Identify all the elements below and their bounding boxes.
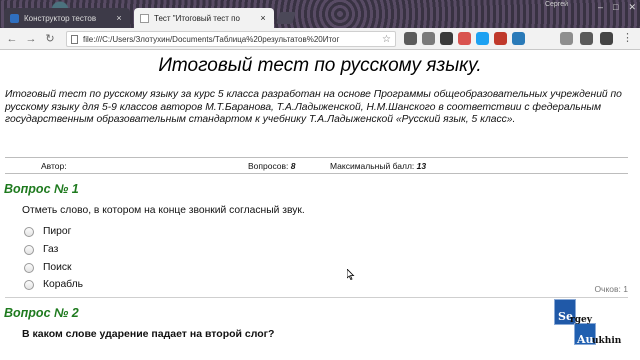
extension-icon[interactable] xyxy=(476,32,489,45)
answer-option[interactable]: Газ xyxy=(24,244,58,255)
tab-test-builder[interactable]: Конструктор тестов × xyxy=(4,8,130,28)
max-score-value: 13 xyxy=(416,161,427,171)
extension-icon[interactable] xyxy=(422,32,435,45)
reload-button[interactable]: ↻ xyxy=(43,32,57,46)
page-content: Итоговый тест по русскому языку. Итоговы… xyxy=(0,50,640,360)
answer-label[interactable]: Корабль xyxy=(43,279,83,290)
page-title: Итоговый тест по русскому языку. xyxy=(158,55,482,76)
answer-option[interactable]: Корабль xyxy=(24,279,83,290)
question-score: Очков: 1 xyxy=(594,284,628,294)
test-description: Итоговый тест по русскому языку за курс … xyxy=(5,89,622,126)
back-button[interactable]: ← xyxy=(5,32,19,46)
answer-option[interactable]: Поиск xyxy=(24,262,72,273)
watermark-text: rgey xyxy=(570,315,592,325)
channel-watermark-logo: Se rgey Au ukhin xyxy=(552,299,638,349)
window-user-label[interactable]: Сергей xyxy=(545,1,568,8)
answer-label[interactable]: Поиск xyxy=(43,262,72,273)
tab-final-test[interactable]: Тест "Итоговый тест по × xyxy=(134,8,274,28)
extension-icon[interactable] xyxy=(494,32,507,45)
tab-strip: Конструктор тестов × Тест "Итоговый тест… xyxy=(0,8,640,28)
questions-label: Вопросов: xyxy=(248,161,289,171)
radio-button[interactable] xyxy=(24,244,34,255)
tab-title: Тест "Итоговый тест по xyxy=(154,13,240,23)
tab-favicon-icon xyxy=(10,13,19,23)
max-score-label: Максимальный балл: xyxy=(330,161,415,171)
extension-icon[interactable] xyxy=(580,32,593,45)
question-text: В каком слове ударение падает на второй … xyxy=(22,328,275,340)
address-url[interactable]: file:///C:/Users/Злотухин/Documents/Табл… xyxy=(83,35,382,44)
new-tab-button[interactable] xyxy=(276,12,296,24)
mouse-cursor-icon xyxy=(347,269,355,280)
menu-kebab-icon[interactable]: ⋮ xyxy=(622,32,633,45)
tab-title: Конструктор тестов xyxy=(24,13,97,23)
question-heading: Вопрос № 1 xyxy=(4,182,79,196)
test-info-row: Автор: Вопросов: 8 Максимальный балл: 13 xyxy=(5,157,628,174)
tab-close-icon[interactable]: × xyxy=(258,13,268,23)
extension-icon[interactable] xyxy=(600,32,613,45)
extension-icon[interactable] xyxy=(458,32,471,45)
extension-icon[interactable] xyxy=(404,32,417,45)
question-heading: Вопрос № 2 xyxy=(4,306,79,320)
questions-count: Вопросов: 8 xyxy=(248,161,296,171)
answer-option[interactable]: Пирог xyxy=(24,226,71,237)
bookmark-star-icon[interactable]: ☆ xyxy=(382,34,391,45)
file-icon xyxy=(71,34,78,44)
address-bar[interactable]: file:///C:/Users/Злотухин/Documents/Табл… xyxy=(66,31,396,47)
extension-icon[interactable] xyxy=(560,32,573,45)
extension-icon[interactable] xyxy=(512,32,525,45)
radio-button[interactable] xyxy=(24,262,34,273)
radio-button[interactable] xyxy=(24,226,34,237)
extension-icon[interactable] xyxy=(440,32,453,45)
answer-label[interactable]: Пирог xyxy=(43,226,71,237)
browser-chrome: Сергей – □ ✕ Конструктор тестов × Тест "… xyxy=(0,0,640,50)
question-text: Отметь слово, в котором на конце звонкий… xyxy=(22,205,305,216)
navigation-toolbar: ← → ↻ file:///C:/Users/Злотухин/Document… xyxy=(0,28,640,50)
questions-value: 8 xyxy=(290,161,296,171)
question-divider xyxy=(5,297,628,298)
forward-button[interactable]: → xyxy=(24,32,38,46)
watermark-text: ukhin xyxy=(592,336,622,346)
answer-label[interactable]: Газ xyxy=(43,244,58,255)
author-label: Автор: xyxy=(41,161,67,171)
tab-favicon-icon xyxy=(140,13,149,23)
tab-close-icon[interactable]: × xyxy=(114,13,124,23)
max-score: Максимальный балл: 13 xyxy=(330,161,426,171)
radio-button[interactable] xyxy=(24,279,34,290)
